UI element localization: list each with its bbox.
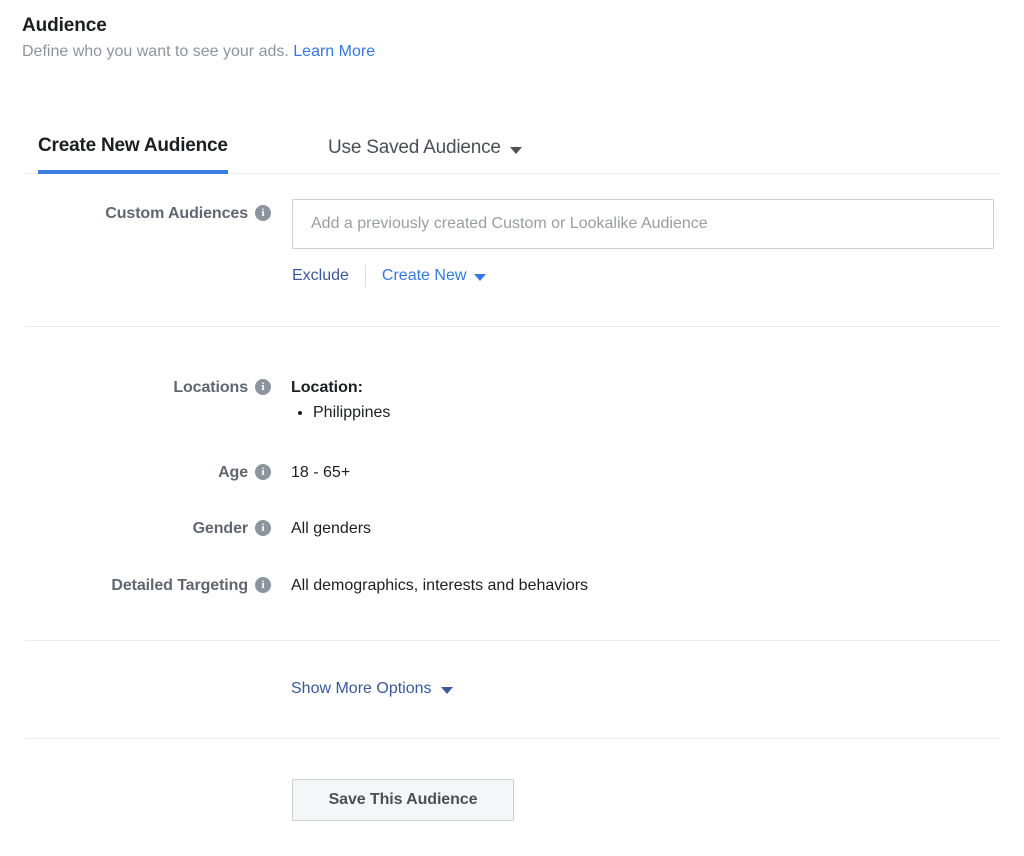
detailed-targeting-label: Detailed Targeting bbox=[111, 577, 248, 594]
list-item: Philippines bbox=[313, 401, 390, 425]
create-new-link[interactable]: Create New bbox=[381, 267, 487, 285]
tab-create-new-audience-label: Create New Audience bbox=[38, 135, 228, 156]
tab-create-new-audience[interactable]: Create New Audience bbox=[38, 122, 228, 174]
gender-value: All genders bbox=[291, 520, 372, 537]
location-heading: Location: bbox=[291, 379, 363, 396]
section-divider-2 bbox=[25, 640, 1000, 641]
exclude-link[interactable]: Exclude bbox=[292, 267, 349, 285]
age-value: 18 - 65+ bbox=[291, 464, 351, 481]
locations-label: Locations bbox=[173, 379, 248, 396]
info-icon-custom-audiences[interactable]: i bbox=[255, 205, 271, 221]
audience-tabs: Create New Audience Use Saved Audience bbox=[25, 122, 1000, 174]
info-icon-gender[interactable]: i bbox=[255, 520, 271, 536]
chevron-down-icon bbox=[440, 686, 453, 694]
page-subtitle-text: Define who you want to see your ads. bbox=[22, 43, 289, 60]
create-new-label: Create New bbox=[381, 267, 467, 284]
custom-audiences-input[interactable] bbox=[292, 199, 994, 249]
location-list: Philippines bbox=[291, 401, 390, 425]
save-this-audience-button[interactable]: Save This Audience bbox=[292, 779, 514, 821]
show-more-options-label: Show More Options bbox=[291, 680, 432, 697]
action-divider bbox=[364, 265, 366, 287]
detailed-targeting-value: All demographics, interests and behavior… bbox=[291, 577, 589, 594]
chevron-down-icon bbox=[474, 273, 487, 281]
info-icon-age[interactable]: i bbox=[255, 464, 271, 480]
section-divider-1 bbox=[25, 326, 1000, 327]
info-icon-detailed-targeting[interactable]: i bbox=[255, 577, 271, 593]
page-title: Audience bbox=[22, 15, 107, 36]
tab-use-saved-audience[interactable]: Use Saved Audience bbox=[328, 122, 522, 174]
age-label: Age bbox=[218, 464, 248, 481]
gender-label: Gender bbox=[192, 520, 249, 537]
custom-audiences-actions: Exclude Create New bbox=[292, 265, 487, 287]
page-subtitle: Define who you want to see your ads. Lea… bbox=[22, 41, 375, 63]
section-divider-3 bbox=[25, 738, 1000, 739]
locations-value: Location: Philippines bbox=[291, 377, 390, 425]
info-icon-locations[interactable]: i bbox=[255, 379, 271, 395]
panel-header: Audience Define who you want to see your… bbox=[22, 14, 375, 63]
chevron-down-icon bbox=[509, 146, 522, 154]
custom-audiences-label: Custom Audiences bbox=[105, 205, 248, 222]
audience-panel: Audience Define who you want to see your… bbox=[0, 0, 1024, 856]
tab-use-saved-audience-label: Use Saved Audience bbox=[328, 137, 501, 158]
show-more-options-link[interactable]: Show More Options bbox=[291, 680, 453, 698]
learn-more-link[interactable]: Learn More bbox=[293, 43, 375, 60]
